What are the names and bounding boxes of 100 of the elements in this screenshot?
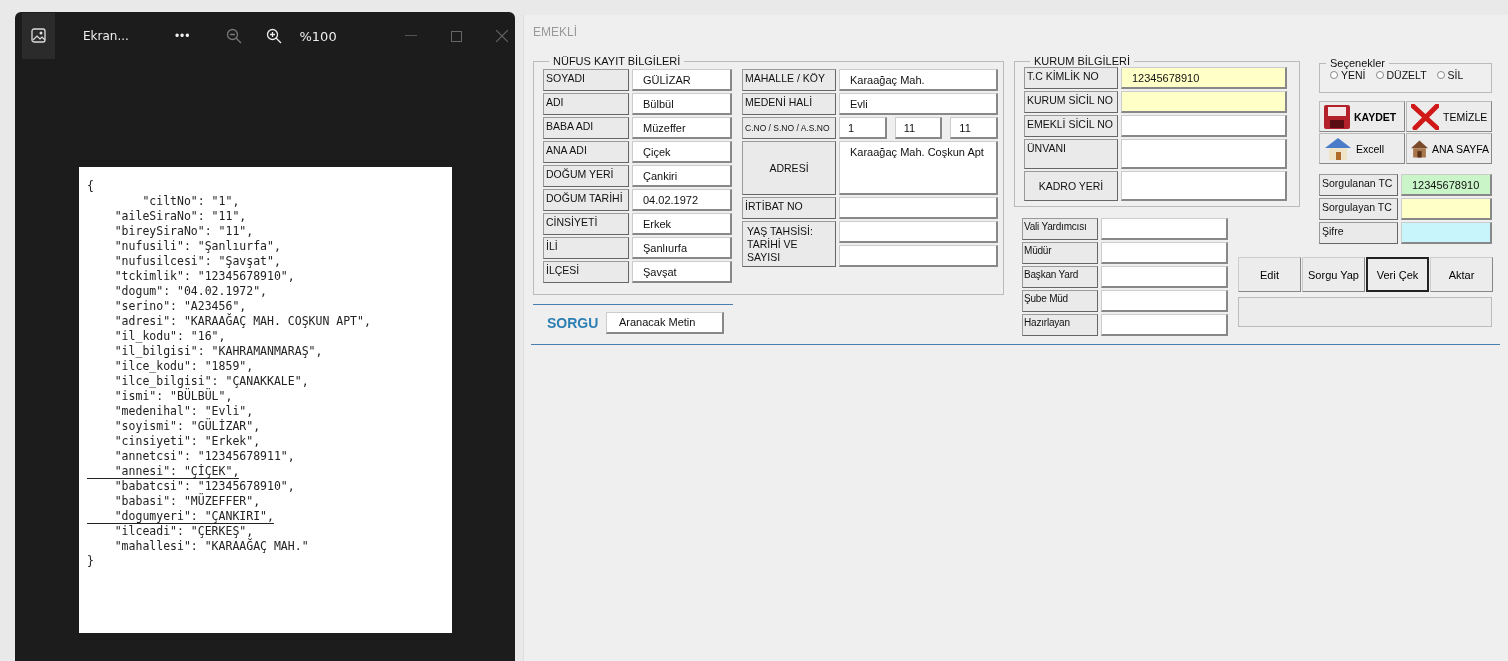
maximize-icon[interactable]: [450, 30, 462, 42]
field-label: İLÇESİ: [543, 261, 629, 283]
clear-button[interactable]: TEMİZLE: [1406, 101, 1492, 132]
action-button[interactable]: Sorgu Yap: [1302, 257, 1365, 292]
code-line: "babasi": "MÜZEFFER",: [113, 494, 261, 509]
field-label: İLİ: [543, 237, 629, 259]
field-label: İRTİBAT NO: [742, 197, 836, 219]
code-line: "dogumyeri": "ÇANKIRI",: [87, 509, 274, 524]
text-field[interactable]: 11: [950, 117, 998, 139]
text-field[interactable]: 12345678910: [1401, 174, 1492, 196]
code-line: "nufusilcesi": "Şavşat",: [113, 254, 281, 269]
more-button[interactable]: •••: [174, 29, 191, 43]
code-line: "nufusili": "Şanlıurfa",: [113, 239, 281, 254]
field-label: KURUM SİCİL NO: [1024, 91, 1118, 113]
code-line: {: [87, 179, 94, 194]
code-line: "bireySiraNo": "11",: [113, 224, 254, 239]
text-field[interactable]: Karaağaç Mah.: [839, 69, 998, 91]
group-title: KURUM BİLGİLERİ: [1033, 55, 1131, 67]
text-field[interactable]: Erkek: [632, 213, 732, 235]
group-title: NÜFUS KAYIT BİLGİLERİ: [552, 55, 682, 67]
text-field[interactable]: Çiçek: [632, 141, 732, 163]
text-field[interactable]: [1121, 171, 1287, 201]
field-label: ANA ADI: [543, 141, 629, 163]
text-field[interactable]: [1121, 139, 1287, 169]
text-field[interactable]: Çankiri: [632, 165, 732, 187]
text-field[interactable]: Evli: [839, 93, 998, 115]
zoom-out-icon[interactable]: [226, 28, 243, 44]
text-field[interactable]: 12345678910: [1121, 67, 1287, 89]
query-label: SORGU: [547, 315, 600, 331]
cross-icon: [1411, 103, 1439, 130]
text-field[interactable]: 1: [839, 117, 887, 139]
field-label: Başkan Yard: [1022, 266, 1098, 288]
text-field[interactable]: [1121, 115, 1287, 137]
field-label: ADRESİ: [742, 141, 836, 195]
field-label: CİNSİYETİ: [543, 213, 629, 235]
action-button[interactable]: Aktar: [1430, 257, 1493, 292]
text-field[interactable]: [839, 197, 998, 219]
field-label: Müdür: [1022, 242, 1098, 264]
code-line: "serino": "A23456",: [113, 299, 247, 313]
code-line: "ilce_kodu": "1859",: [113, 359, 254, 374]
text-field[interactable]: Bülbül: [632, 93, 732, 115]
text-field[interactable]: Müzeffer: [632, 117, 732, 139]
action-button[interactable]: Edit: [1238, 257, 1301, 292]
code-line: "ciltNo": "1",: [141, 194, 240, 209]
floppy-icon: [1324, 104, 1350, 129]
code-line: "annetcsi": "12345678911",: [113, 449, 295, 464]
code-line: "tckimlik": "12345678910",: [113, 269, 295, 284]
code-line: "cinsiyeti": "Erkek",: [113, 434, 261, 449]
field-label: Şifre: [1319, 222, 1398, 244]
close-icon[interactable]: [495, 30, 508, 42]
field-label: DOĞUM TARİHİ: [543, 189, 629, 211]
text-field[interactable]: [1101, 218, 1228, 240]
field-label: DOĞUM YERİ: [543, 165, 629, 187]
text-field[interactable]: [1101, 266, 1228, 288]
text-field[interactable]: Şanlıurfa: [632, 237, 732, 259]
text-field[interactable]: Karaağaç Mah. Coşkun Apt: [839, 141, 998, 195]
house-icon: [1324, 136, 1352, 161]
field-label: MAHALLE / KÖY: [742, 69, 836, 91]
photo-icon[interactable]: [22, 13, 55, 59]
code-line: "babatcsi": "12345678910",: [113, 479, 295, 493]
field-label: EMEKLİ SİCİL NO: [1024, 115, 1118, 137]
field-label: KADRO YERİ: [1024, 171, 1118, 201]
zoom-in-icon[interactable]: [266, 28, 283, 44]
code-line: "annesi": "ÇİÇEK",: [87, 464, 240, 479]
radio-button[interactable]: DÜZELT: [1375, 69, 1427, 81]
save-button[interactable]: KAYDET: [1319, 101, 1405, 132]
code-line: "ilceadi": "ÇERKEŞ",: [113, 524, 254, 539]
home-button[interactable]: ANA SAYFA: [1406, 133, 1492, 164]
text-field[interactable]: [1401, 198, 1492, 220]
text-field[interactable]: 11: [894, 117, 943, 139]
field-label: MEDENİ HALİ: [742, 93, 836, 115]
code-line: "medenihal": "Evli",: [113, 404, 254, 418]
radio-button[interactable]: SİL: [1436, 69, 1464, 81]
text-field[interactable]: [1101, 290, 1228, 312]
minimize-icon[interactable]: [404, 35, 417, 37]
form-title: EMEKLİ: [532, 24, 578, 41]
text-field[interactable]: [1401, 222, 1492, 244]
text-field[interactable]: Şavşat: [632, 261, 732, 283]
field-label: Vali Yardımcısı: [1022, 218, 1098, 240]
text-field[interactable]: [1121, 91, 1287, 113]
text-field[interactable]: 04.02.1972: [632, 189, 732, 211]
field-label: SOYADI: [543, 69, 629, 91]
text-field[interactable]: [839, 221, 998, 243]
text-field[interactable]: GÜLİZAR: [632, 69, 732, 91]
code-line: "il_kodu": "16",: [113, 329, 226, 344]
field-label: Sorgulanan TC: [1319, 174, 1398, 196]
field-label: Sorgulayan TC: [1319, 198, 1398, 220]
field-label: YAŞ TAHSİSİ: TARİHİ VE SAYISI: [742, 221, 836, 267]
field-label: BABA ADI: [543, 117, 629, 139]
search-field[interactable]: Aranacak Metin: [606, 312, 724, 334]
text-field[interactable]: [839, 245, 998, 267]
field-label: ÜNVANI: [1024, 139, 1118, 169]
action-button[interactable]: Veri Çek: [1366, 257, 1429, 292]
radio-button[interactable]: YENİ: [1330, 69, 1366, 81]
code-line: "ilce_bilgisi": "ÇANAKKALE",: [113, 374, 309, 389]
text-field[interactable]: [1101, 242, 1228, 264]
text-field[interactable]: [1101, 314, 1228, 336]
excel-button[interactable]: Excell: [1319, 133, 1405, 164]
group-title: Seçenekler: [1329, 57, 1387, 69]
field-label: ADI: [543, 93, 629, 115]
